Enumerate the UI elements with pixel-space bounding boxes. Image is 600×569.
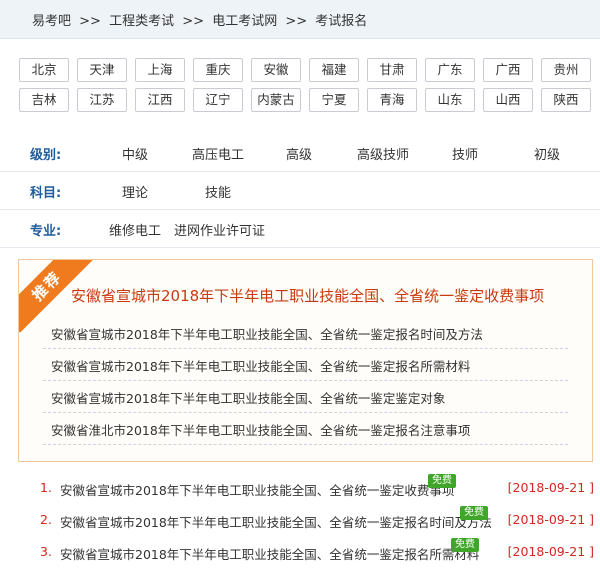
- filter-row-level: 级别: 中级 高压电工 高级 高级技师 技师 初级: [0, 133, 600, 172]
- region-button[interactable]: 安徽: [251, 58, 301, 82]
- breadcrumb-separator: >>: [79, 14, 101, 29]
- recommend-item[interactable]: 安徽省宣城市2018年下半年电工职业技能全国、全省统一鉴定鉴定对象: [43, 381, 568, 413]
- filter-option[interactable]: 中级: [122, 144, 148, 163]
- breadcrumb-current: 考试报名: [315, 14, 368, 29]
- list-item-number: 2.: [40, 512, 52, 527]
- recommend-headline[interactable]: 安徽省宣城市2018年下半年电工职业技能全国、全省统一鉴定收费事项: [71, 285, 591, 306]
- recommend-item[interactable]: 安徽省宣城市2018年下半年电工职业技能全国、全省统一鉴定报名时间及方法: [43, 317, 568, 349]
- filter-option[interactable]: 技师: [452, 144, 478, 163]
- filter-option[interactable]: 高级: [286, 144, 312, 163]
- filter-row-major: 专业: 维修电工 进网作业许可证: [0, 209, 600, 248]
- region-button[interactable]: 辽宁: [193, 88, 243, 112]
- filter-option[interactable]: 技能: [205, 182, 231, 201]
- breadcrumb-link-engineering[interactable]: 工程类考试: [109, 14, 174, 29]
- list-item[interactable]: 1. 安徽省宣城市2018年下半年电工职业技能全国、全省统一鉴定收费事项 免费 …: [0, 472, 600, 504]
- region-button[interactable]: 山东: [425, 88, 475, 112]
- filter-option[interactable]: 进网作业许可证: [174, 220, 265, 239]
- free-badge: 免费: [428, 474, 456, 488]
- list-item-number: 3.: [40, 544, 52, 559]
- list-item-date: [2018-09-21 ]: [507, 544, 594, 559]
- list-item[interactable]: 2. 安徽省宣城市2018年下半年电工职业技能全国、全省统一鉴定报名时间及方法 …: [0, 504, 600, 536]
- filter-label-subject: 科目:: [30, 186, 62, 201]
- region-button[interactable]: 重庆: [193, 58, 243, 82]
- recommend-box: 推荐 安徽省宣城市2018年下半年电工职业技能全国、全省统一鉴定收费事项 安徽省…: [18, 259, 593, 462]
- region-button[interactable]: 广西: [483, 58, 533, 82]
- region-button[interactable]: 甘肃: [367, 58, 417, 82]
- recommend-item[interactable]: 安徽省宣城市2018年下半年电工职业技能全国、全省统一鉴定报名所需材料: [43, 349, 568, 381]
- region-button[interactable]: 贵州: [541, 58, 591, 82]
- region-button[interactable]: 上海: [135, 58, 185, 82]
- filter-option[interactable]: 理论: [122, 182, 148, 201]
- list-item-number: 1.: [40, 480, 52, 495]
- list-item-link[interactable]: 安徽省宣城市2018年下半年电工职业技能全国、全省统一鉴定报名所需材料: [60, 544, 479, 563]
- list-item-date: [2018-09-21 ]: [507, 512, 594, 527]
- filter-option[interactable]: 初级: [534, 144, 560, 163]
- region-button[interactable]: 陕西: [541, 88, 591, 112]
- region-button[interactable]: 江西: [135, 88, 185, 112]
- list-item-link[interactable]: 安徽省宣城市2018年下半年电工职业技能全国、全省统一鉴定收费事项: [60, 480, 454, 499]
- recommend-item[interactable]: 安徽省淮北市2018年下半年电工职业技能全国、全省统一鉴定报名注意事项: [43, 413, 568, 445]
- free-badge: 免费: [460, 506, 488, 520]
- filter-panel: 级别: 中级 高压电工 高级 高级技师 技师 初级 科目: 理论 技能 专业: …: [0, 133, 600, 248]
- list-item-date: [2018-09-21 ]: [507, 480, 594, 495]
- breadcrumb: 易考吧 >> 工程类考试 >> 电工考试网 >> 考试报名: [0, 0, 600, 39]
- region-button[interactable]: 宁夏: [309, 88, 359, 112]
- breadcrumb-separator: >>: [182, 14, 205, 29]
- recommend-item-link[interactable]: 安徽省淮北市2018年下半年电工职业技能全国、全省统一鉴定报名注意事项: [51, 420, 470, 439]
- region-button[interactable]: 福建: [309, 58, 359, 82]
- breadcrumb-trail: 易考吧 >> 工程类考试 >> 电工考试网 >> 考试报名: [32, 10, 371, 29]
- filter-option[interactable]: 高级技师: [357, 144, 409, 163]
- filter-option[interactable]: 高压电工: [192, 144, 244, 163]
- breadcrumb-link-electrician[interactable]: 电工考试网: [212, 14, 277, 29]
- region-button[interactable]: 北京: [19, 58, 69, 82]
- filter-label-level: 级别:: [30, 148, 62, 163]
- region-button[interactable]: 吉林: [19, 88, 69, 112]
- region-selector: 北京 天津 上海 重庆 安徽 福建 甘肃 广东 广西 贵州 吉林 江苏 江西 辽…: [0, 50, 600, 122]
- region-button[interactable]: 天津: [77, 58, 127, 82]
- breadcrumb-link-home[interactable]: 易考吧: [32, 14, 71, 29]
- recommend-item-link[interactable]: 安徽省宣城市2018年下半年电工职业技能全国、全省统一鉴定报名所需材料: [51, 356, 470, 375]
- filter-label-major: 专业:: [30, 224, 62, 239]
- recommend-item-link[interactable]: 安徽省宣城市2018年下半年电工职业技能全国、全省统一鉴定鉴定对象: [51, 388, 445, 407]
- region-button[interactable]: 内蒙古: [251, 88, 301, 112]
- list-item-link[interactable]: 安徽省宣城市2018年下半年电工职业技能全国、全省统一鉴定报名时间及方法: [60, 512, 492, 531]
- region-button[interactable]: 广东: [425, 58, 475, 82]
- region-button[interactable]: 江苏: [77, 88, 127, 112]
- region-button[interactable]: 山西: [483, 88, 533, 112]
- region-button[interactable]: 青海: [367, 88, 417, 112]
- recommend-item-link[interactable]: 安徽省宣城市2018年下半年电工职业技能全国、全省统一鉴定报名时间及方法: [51, 324, 483, 343]
- breadcrumb-separator: >>: [285, 14, 308, 29]
- list-item[interactable]: 3. 安徽省宣城市2018年下半年电工职业技能全国、全省统一鉴定报名所需材料 免…: [0, 536, 600, 568]
- filter-row-subject: 科目: 理论 技能: [0, 171, 600, 210]
- filter-option[interactable]: 维修电工: [109, 220, 161, 239]
- free-badge: 免费: [451, 538, 479, 552]
